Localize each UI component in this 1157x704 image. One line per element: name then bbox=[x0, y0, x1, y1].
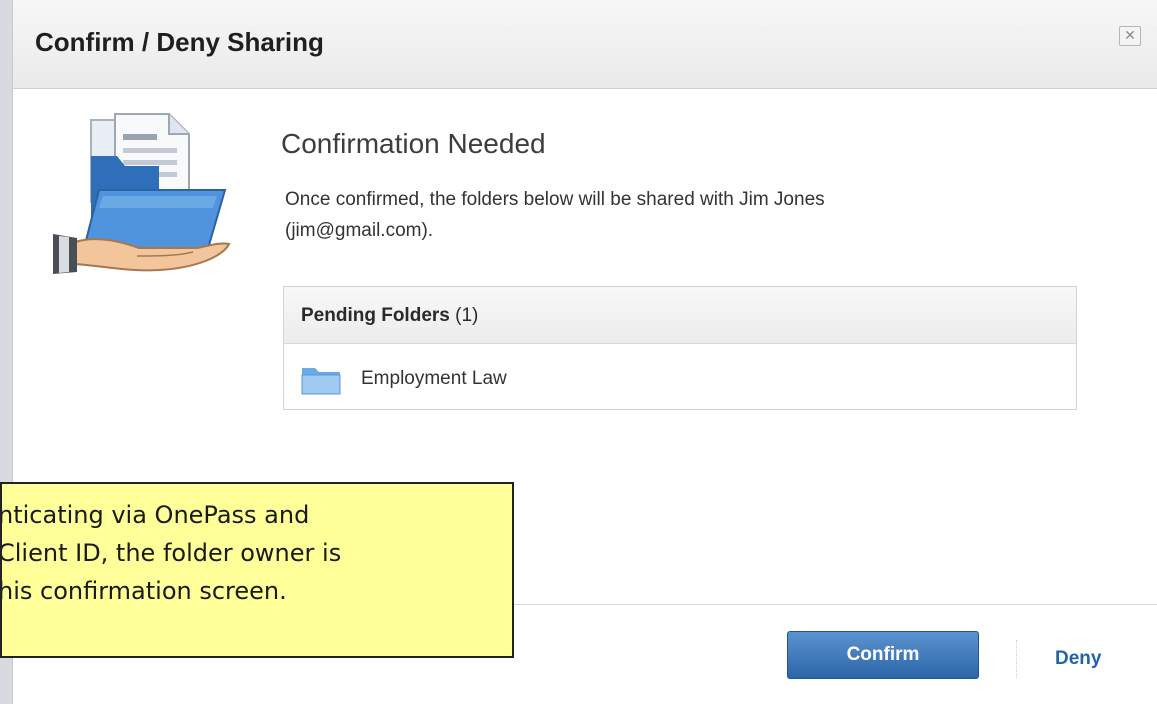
confirm-button[interactable]: Confirm bbox=[787, 631, 979, 679]
close-button[interactable]: ✕ bbox=[1119, 26, 1141, 46]
folder-name: Employment Law bbox=[361, 368, 507, 389]
dialog-title: Confirm / Deny Sharing bbox=[35, 27, 324, 57]
pending-folders-header: Pending Folders (1) bbox=[284, 287, 1076, 344]
dialog-header: Confirm / Deny Sharing ✕ bbox=[13, 0, 1157, 89]
confirmation-heading: Confirmation Needed bbox=[281, 128, 546, 159]
folder-list-item[interactable]: Employment Law bbox=[284, 344, 1076, 408]
annotation-callout: nticating via OnePass and Client ID, the… bbox=[0, 482, 514, 658]
folder-icon bbox=[301, 365, 341, 395]
deny-link[interactable]: Deny bbox=[1055, 648, 1101, 670]
message-line: (jim@gmail.com). bbox=[285, 220, 434, 241]
callout-line: nticating via OnePass and bbox=[0, 501, 310, 529]
pending-folders-panel: Pending Folders (1) Employment Law bbox=[283, 286, 1077, 410]
message-line: Once confirmed, the folders below will b… bbox=[285, 189, 825, 210]
confirmation-message: Once confirmed, the folders below will b… bbox=[285, 184, 1045, 246]
pending-folders-count: (1) bbox=[449, 305, 479, 326]
close-icon: ✕ bbox=[1124, 27, 1136, 43]
pending-folders-title: Pending Folders (1) bbox=[301, 305, 478, 327]
shared-folder-hand-icon bbox=[47, 110, 237, 290]
callout-text: nticating via OnePass and Client ID, the… bbox=[0, 496, 512, 610]
callout-line: Client ID, the folder owner is bbox=[0, 539, 342, 567]
callout-line: his confirmation screen. bbox=[0, 577, 287, 605]
button-separator bbox=[1016, 640, 1017, 678]
pending-folders-label: Pending Folders bbox=[301, 305, 450, 326]
